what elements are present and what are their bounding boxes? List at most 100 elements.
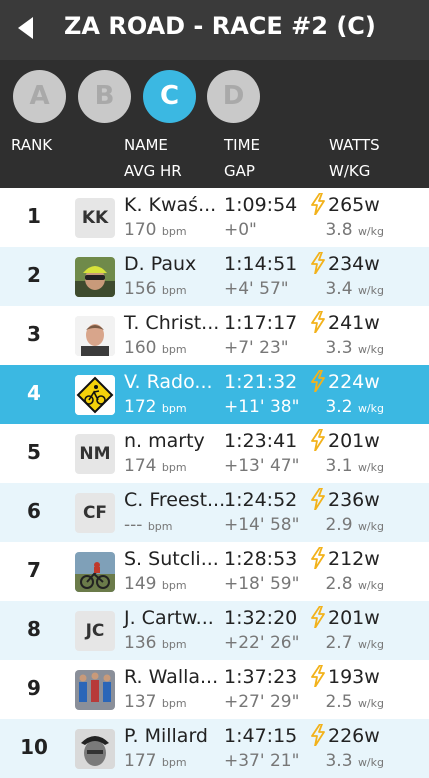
avatar[interactable]: CF [75, 493, 115, 533]
avg-watts: 226w [328, 725, 380, 747]
category-a-button[interactable]: A [13, 70, 66, 123]
wkg-unit: w/kg [357, 697, 384, 710]
category-d-button[interactable]: D [207, 70, 260, 123]
lightning-bolt-icon [311, 606, 325, 628]
watts-per-kg: 3.1 w/kg [325, 456, 384, 476]
finish-time: 1:14:51 [224, 253, 298, 275]
cyclist-helmet-photo-icon [75, 257, 115, 297]
hr-value: 136 [124, 633, 157, 653]
column-gap[interactable]: GAP [224, 162, 255, 180]
table-row[interactable]: 7 S. Sutcli... 149 bpm 1:28:53 +18' 59" … [0, 542, 429, 601]
watts-per-kg: 2.7 w/kg [325, 633, 384, 653]
finish-time: 1:47:15 [224, 725, 298, 747]
finish-time: 1:23:41 [224, 430, 298, 452]
runners-photo-icon [75, 670, 115, 710]
mountain-bike-photo-icon [75, 552, 115, 592]
hr-value: 160 [124, 338, 157, 358]
avg-watts: 234w [328, 253, 380, 275]
finish-time: 1:17:17 [224, 312, 298, 334]
avg-hr: 156 bpm [124, 279, 187, 299]
table-row[interactable]: 5 NM n. marty 174 bpm 1:23:41 +13' 47" 2… [0, 424, 429, 483]
rider-name: P. Millard [124, 725, 208, 747]
table-row[interactable]: 8 JC J. Cartw... 136 bpm 1:32:20 +22' 26… [0, 601, 429, 660]
rank: 10 [20, 735, 48, 759]
wkg-unit: w/kg [357, 225, 384, 238]
avg-hr: 160 bpm [124, 338, 187, 358]
watts-per-kg: 2.5 w/kg [325, 692, 384, 712]
avatar[interactable] [75, 375, 115, 415]
avg-watts: 236w [328, 489, 380, 511]
rank: 1 [27, 204, 41, 228]
table-row-highlighted[interactable]: 4 V. Rado... 172 bpm 1:21:32 +11' 38" 22… [0, 365, 429, 424]
lightning-bolt-icon [311, 724, 325, 746]
hr-value: 170 [124, 220, 157, 240]
avatar[interactable] [75, 670, 115, 710]
rider-name: C. Freest... [124, 489, 226, 511]
hr-value: 137 [124, 692, 157, 712]
hr-value: 149 [124, 574, 157, 594]
rank: 4 [27, 381, 41, 405]
hr-value: --- [124, 515, 143, 535]
avg-hr: 174 bpm [124, 456, 187, 476]
avatar[interactable]: JC [75, 611, 115, 651]
avatar[interactable]: NM [75, 434, 115, 474]
column-time[interactable]: TIME [224, 136, 260, 154]
rider-name: S. Sutcli... [124, 548, 219, 570]
category-b-button[interactable]: B [78, 70, 131, 123]
finish-time: 1:32:20 [224, 607, 298, 629]
table-row[interactable]: 2 D. Paux 156 bpm 1:14:51 +4' 57" 234w 3… [0, 247, 429, 306]
bpm-unit: bpm [161, 756, 187, 769]
lightning-bolt-icon [311, 429, 325, 451]
rank: 5 [27, 440, 41, 464]
column-watts[interactable]: WATTS [329, 136, 380, 154]
avatar[interactable] [75, 316, 115, 356]
table-row[interactable]: 10 P. Millard 177 bpm 1:47:15 +37' 21" 2… [0, 719, 429, 778]
wkg-unit: w/kg [357, 402, 384, 415]
time-gap: +11' 38" [224, 397, 300, 417]
bpm-unit: bpm [161, 284, 187, 297]
avatar[interactable] [75, 552, 115, 592]
bpm-unit: bpm [161, 697, 187, 710]
avg-hr: 177 bpm [124, 751, 187, 771]
wkg-value: 2.7 [325, 633, 353, 653]
column-name[interactable]: NAME [124, 136, 168, 154]
lightning-bolt-icon [311, 665, 325, 687]
table-row[interactable]: 3 T. Christ... 160 bpm 1:17:17 +7' 23" 2… [0, 306, 429, 365]
watts-per-kg: 2.8 w/kg [325, 574, 384, 594]
avg-watts: 201w [328, 430, 380, 452]
cyclist-sign-icon [75, 375, 115, 415]
avatar[interactable] [75, 729, 115, 769]
rank: 9 [27, 676, 41, 700]
wkg-value: 3.2 [325, 397, 353, 417]
wkg-value: 3.3 [325, 751, 353, 771]
avg-hr: 172 bpm [124, 397, 187, 417]
finish-time: 1:28:53 [224, 548, 298, 570]
column-avg-hr[interactable]: AVG HR [124, 162, 182, 180]
table-row[interactable]: 6 CF C. Freest... --- bpm 1:24:52 +14' 5… [0, 483, 429, 542]
column-rank[interactable]: RANK [11, 136, 52, 154]
watts-per-kg: 3.3 w/kg [325, 338, 384, 358]
watts-per-kg: 3.4 w/kg [325, 279, 384, 299]
rank: 6 [27, 499, 41, 523]
bpm-unit: bpm [161, 579, 187, 592]
rank: 8 [27, 617, 41, 641]
back-arrow-icon[interactable] [18, 17, 33, 39]
rank: 2 [27, 263, 41, 287]
watts-per-kg: 3.8 w/kg [325, 220, 384, 240]
rider-name: K. Kwaś... [124, 194, 217, 216]
lightning-bolt-icon [311, 193, 325, 215]
bpm-unit: bpm [161, 402, 187, 415]
table-row[interactable]: 1 KK K. Kwaś... 170 bpm 1:09:54 +0" 265w… [0, 188, 429, 247]
avg-hr: 137 bpm [124, 692, 187, 712]
table-row[interactable]: 9 R. Walla... 137 bpm 1:37:23 +27' 29" 1… [0, 660, 429, 719]
avatar[interactable] [75, 257, 115, 297]
hr-value: 174 [124, 456, 157, 476]
rank: 7 [27, 558, 41, 582]
rank: 3 [27, 322, 41, 346]
bpm-unit: bpm [161, 461, 187, 474]
column-wkg[interactable]: W/KG [329, 162, 370, 180]
avatar[interactable]: KK [75, 198, 115, 238]
category-c-button[interactable]: C [143, 70, 196, 123]
wkg-unit: w/kg [357, 461, 384, 474]
watts-per-kg: 3.2 w/kg [325, 397, 384, 417]
